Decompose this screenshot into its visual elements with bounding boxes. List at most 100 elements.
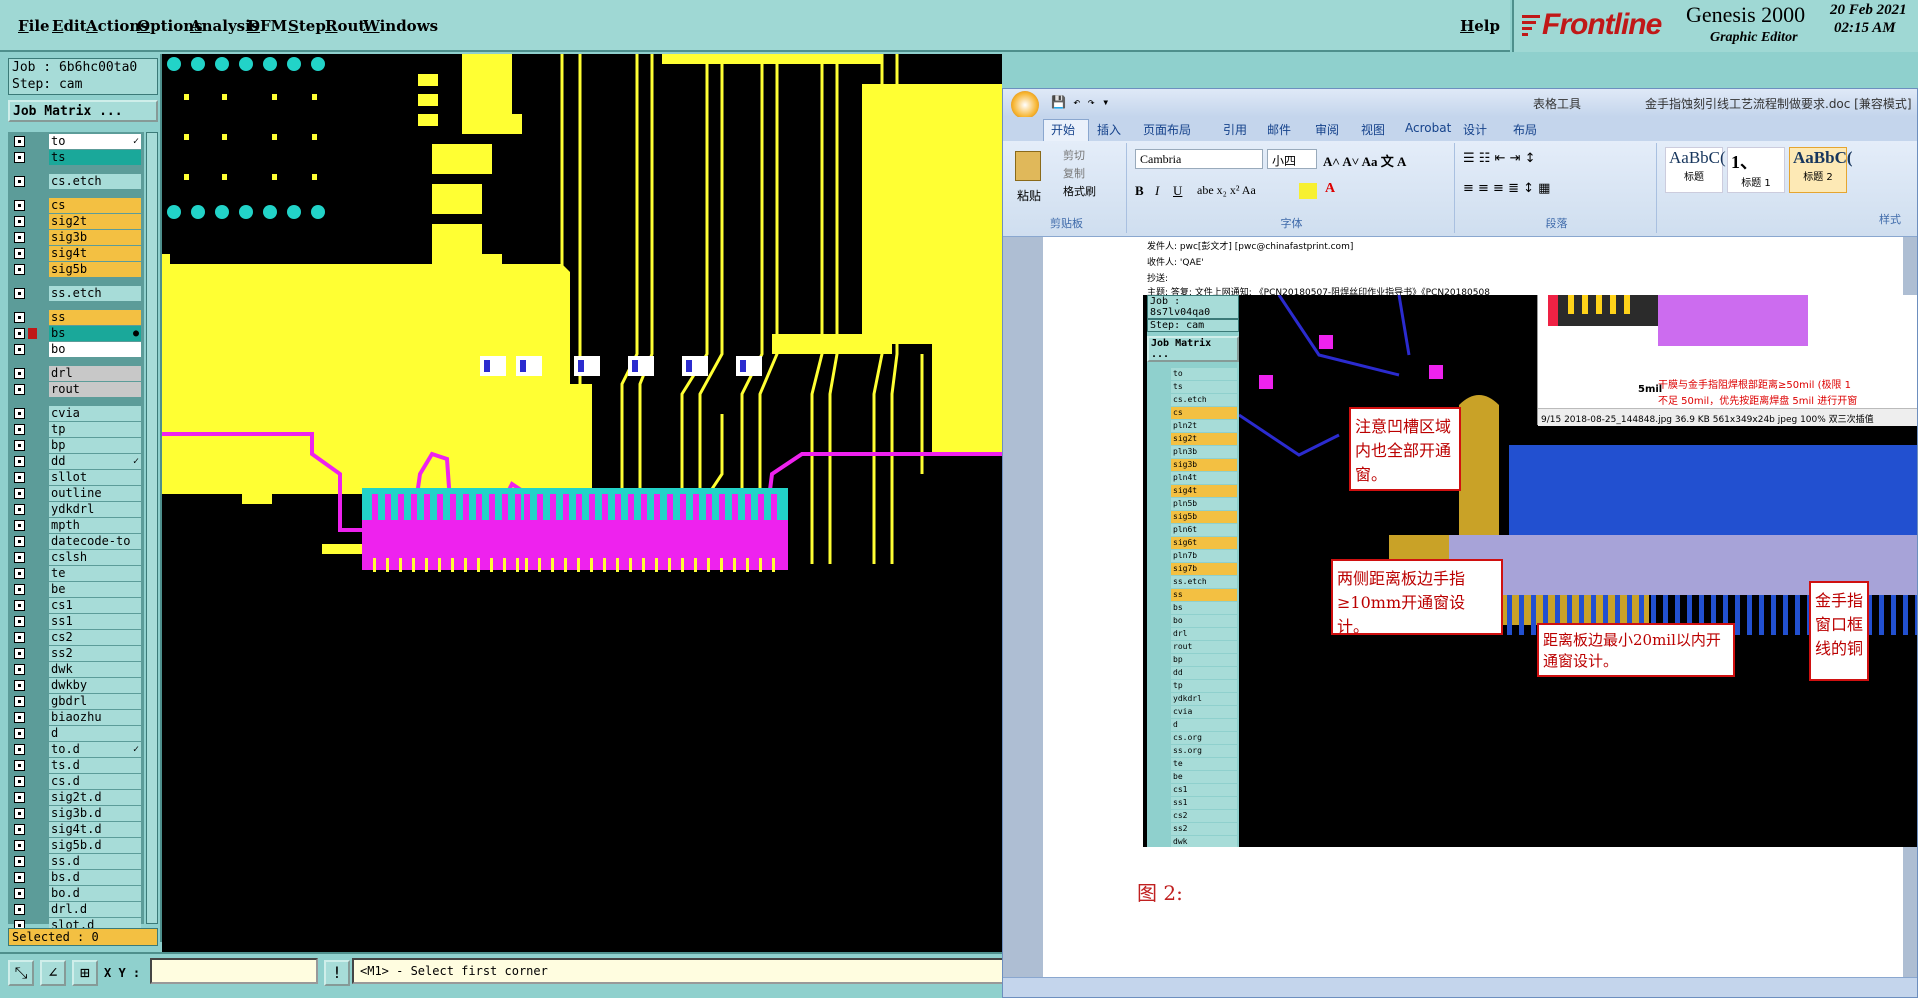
layer-row[interactable]: bs ● — [11, 326, 141, 341]
layer-checkbox[interactable] — [14, 488, 25, 499]
menu-file[interactable]: File — [18, 17, 50, 35]
layer-row[interactable]: cs1 — [11, 598, 141, 613]
layer-row[interactable]: ss — [11, 310, 141, 325]
layer-row[interactable]: d — [11, 726, 141, 741]
layer-checkbox[interactable] — [14, 792, 25, 803]
layer-checkbox[interactable] — [14, 824, 25, 835]
layer-row[interactable]: bo — [11, 342, 141, 357]
layer-checkbox[interactable] — [14, 368, 25, 379]
layer-checkbox[interactable] — [14, 632, 25, 643]
cut-button[interactable]: 剪切 — [1063, 147, 1085, 163]
xy-input[interactable] — [150, 958, 318, 984]
layer-checkbox[interactable] — [14, 152, 25, 163]
layer-row[interactable]: sllot — [11, 470, 141, 485]
bold-icon[interactable]: B — [1135, 183, 1144, 199]
layer-row[interactable]: be — [11, 582, 141, 597]
layer-row[interactable]: sig3b — [11, 230, 141, 245]
layer-name[interactable]: cs.etch — [49, 174, 141, 189]
job-matrix-button[interactable]: Job Matrix ... — [8, 100, 158, 122]
word-tab[interactable]: 审阅 — [1315, 121, 1339, 138]
layer-name[interactable]: ss.etch — [49, 286, 141, 301]
layer-checkbox[interactable] — [14, 712, 25, 723]
layer-name[interactable]: d — [49, 726, 141, 741]
layer-scrollbar[interactable] — [146, 132, 158, 924]
menu-edit[interactable]: Edit — [52, 17, 87, 35]
word-tab[interactable]: 页面布局 — [1143, 121, 1191, 138]
layer-name[interactable]: sig2t — [49, 214, 141, 229]
layer-checkbox[interactable] — [14, 584, 25, 595]
layer-name[interactable]: sllot — [49, 470, 141, 485]
quick-access-icons[interactable]: 💾 ↶ ↷ ▾ — [1051, 95, 1109, 109]
layer-row[interactable]: sig4t.d — [11, 822, 141, 837]
layer-checkbox[interactable] — [14, 176, 25, 187]
layer-name[interactable]: cvia — [49, 406, 141, 421]
layer-row[interactable]: cvia — [11, 406, 141, 421]
layer-row[interactable]: ss2 — [11, 646, 141, 661]
layer-name[interactable]: sig2t.d — [49, 790, 141, 805]
highlight-icon[interactable] — [1299, 183, 1317, 199]
layer-row[interactable]: cs.etch — [11, 174, 141, 189]
layer-row[interactable]: dwk — [11, 662, 141, 677]
layer-checkbox[interactable] — [14, 264, 25, 275]
layer-checkbox[interactable] — [14, 600, 25, 611]
paste-icon[interactable] — [1015, 151, 1041, 181]
font-color-icon[interactable]: A — [1325, 181, 1335, 197]
layer-name[interactable]: bo — [49, 342, 141, 357]
list-icons[interactable]: ☰ ☷ ⇤ ⇥ ↕ — [1463, 151, 1536, 166]
zoom-area-icon[interactable]: ⤡ — [8, 960, 34, 986]
layer-name[interactable]: cs2 — [49, 630, 141, 645]
layer-name[interactable]: sig3b — [49, 230, 141, 245]
layer-name[interactable]: to ✓ — [49, 134, 141, 149]
layer-name[interactable]: ts — [49, 150, 141, 165]
layer-row[interactable]: bo.d — [11, 886, 141, 901]
layer-checkbox[interactable] — [14, 696, 25, 707]
layer-checkbox[interactable] — [14, 616, 25, 627]
align-icons[interactable]: ≡ ≡ ≡ ≣ ↕ ▦ — [1463, 181, 1550, 196]
underline-icon[interactable]: U — [1173, 183, 1182, 199]
menu-dfm[interactable]: DFM — [247, 17, 287, 35]
layer-name[interactable]: bs.d — [49, 870, 141, 885]
layer-row[interactable]: cslsh — [11, 550, 141, 565]
layer-row[interactable]: rout — [11, 382, 141, 397]
grid-icon[interactable]: ⊞ — [72, 960, 98, 986]
font-name-select[interactable]: Cambria — [1135, 149, 1263, 169]
layer-checkbox[interactable] — [14, 312, 25, 323]
word-tab[interactable]: 开始 — [1051, 121, 1075, 138]
layer-name[interactable]: mpth — [49, 518, 141, 533]
layer-row[interactable]: sig3b.d — [11, 806, 141, 821]
layer-checkbox[interactable] — [14, 472, 25, 483]
layer-checkbox[interactable] — [14, 776, 25, 787]
layer-name[interactable]: cs — [49, 198, 141, 213]
layer-checkbox[interactable] — [14, 888, 25, 899]
layer-checkbox[interactable] — [14, 424, 25, 435]
layer-row[interactable]: tp — [11, 422, 141, 437]
layer-row[interactable]: cs — [11, 198, 141, 213]
word-tab[interactable]: 视图 — [1361, 121, 1385, 138]
layer-row[interactable]: biaozhu — [11, 710, 141, 725]
layer-checkbox[interactable] — [14, 744, 25, 755]
style-heading2[interactable]: AaBbC( 标题 2 — [1789, 147, 1853, 193]
layer-checkbox[interactable] — [14, 552, 25, 563]
word-tab[interactable]: 插入 — [1097, 121, 1121, 138]
word-tab[interactable]: 引用 — [1223, 121, 1247, 138]
layer-row[interactable]: sig2t.d — [11, 790, 141, 805]
format-painter-button[interactable]: 格式刷 — [1063, 183, 1096, 199]
layer-checkbox[interactable] — [14, 216, 25, 227]
layer-row[interactable]: bs.d — [11, 870, 141, 885]
layer-name[interactable]: sig5b.d — [49, 838, 141, 853]
layer-name[interactable]: gbdrl — [49, 694, 141, 709]
layer-name[interactable]: dwkby — [49, 678, 141, 693]
layer-checkbox[interactable] — [14, 680, 25, 691]
word-window[interactable]: 💾 ↶ ↷ ▾ 表格工具 金手指蚀刻引线工艺流程制做要求.doc [兼容模式] … — [1002, 88, 1918, 998]
layer-name[interactable]: ts.d — [49, 758, 141, 773]
layer-row[interactable]: cs.d — [11, 774, 141, 789]
graphic-canvas[interactable] — [162, 54, 1002, 954]
word-tab[interactable]: 设计 — [1463, 121, 1487, 138]
layer-row[interactable]: drl.d — [11, 902, 141, 917]
layer-checkbox[interactable] — [14, 568, 25, 579]
layer-checkbox[interactable] — [14, 904, 25, 915]
menu-help[interactable]: Help — [1460, 17, 1500, 35]
font-effects-icons[interactable]: abe x₂ x² Aa — [1197, 183, 1256, 198]
layer-checkbox[interactable] — [14, 248, 25, 259]
layer-name[interactable]: tp — [49, 422, 141, 437]
